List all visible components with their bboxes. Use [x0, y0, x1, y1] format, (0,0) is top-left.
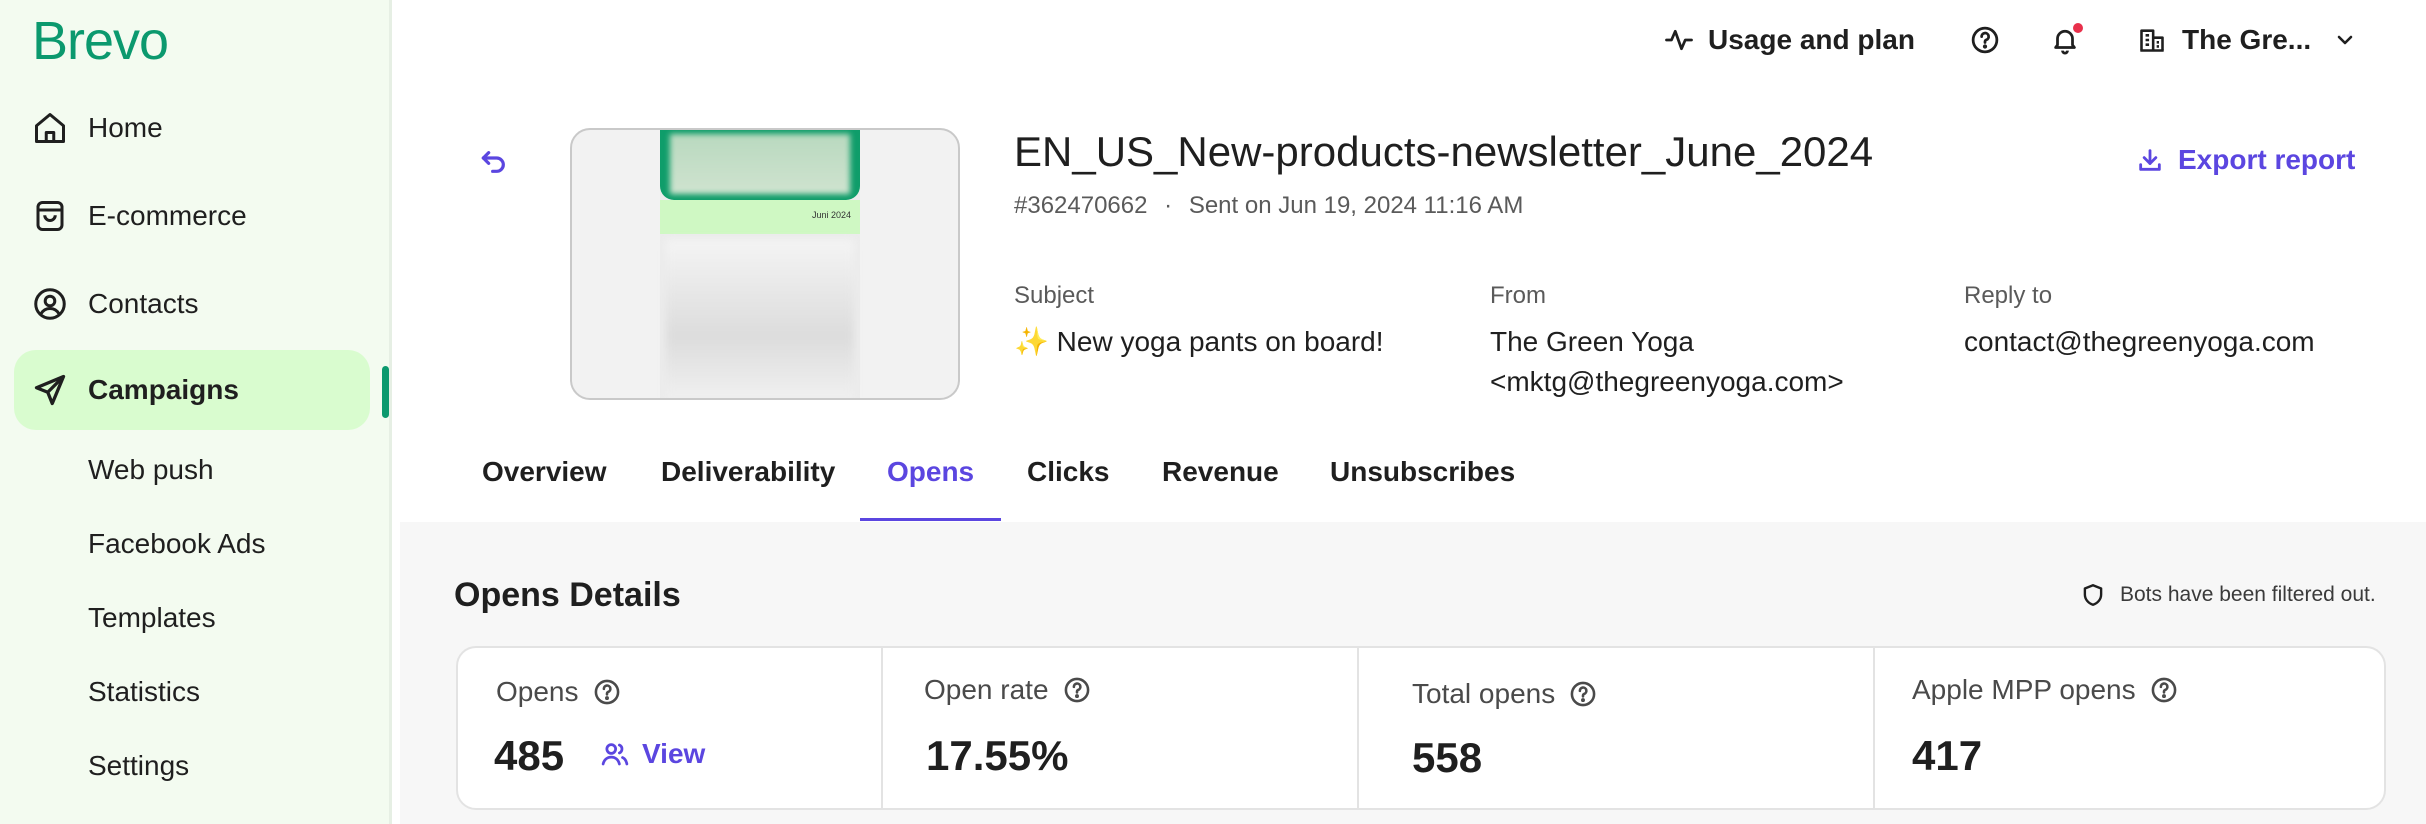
send-icon	[34, 374, 66, 406]
shield-icon	[2083, 584, 2103, 606]
stat-label-apple-mpp-opens: Apple MPP opens	[1912, 674, 2178, 706]
campaign-id: #362470662	[1014, 192, 1148, 219]
stat-divider	[881, 646, 883, 810]
subject-text: New yoga pants on board!	[1056, 326, 1384, 357]
back-arrow-icon[interactable]	[478, 146, 510, 178]
stat-label-text: Apple MPP opens	[1912, 674, 2136, 705]
sidebar-subitem-facebook-ads[interactable]: Facebook Ads	[88, 528, 265, 560]
subject-label: Subject	[1014, 282, 1095, 309]
sidebar: Brevo Home E-commerce Contacts Campaigns…	[0, 0, 392, 824]
tab-overview[interactable]: Overview	[482, 456, 607, 488]
campaign-title: EN_US_New-products-newsletter_June_2024	[1014, 128, 1874, 175]
help-icon[interactable]	[1063, 676, 1091, 704]
thumbnail-date: Juni 2024	[812, 210, 852, 220]
tab-revenue[interactable]: Revenue	[1162, 456, 1279, 488]
sidebar-item-home[interactable]: Home	[14, 88, 370, 168]
bots-filter-text: Bots have been filtered out.	[2120, 583, 2376, 606]
chevron-down-icon	[2337, 35, 2353, 45]
usage-and-plan-button[interactable]: Usage and plan	[1664, 18, 1915, 62]
stat-value-apple-mpp-opens: 417	[1912, 732, 1983, 779]
from-value: The Green Yoga <mktg@thegreenyoga.com>	[1490, 322, 1844, 402]
export-report-label: Export report	[2178, 144, 2356, 175]
stat-label-total-opens: Total opens	[1412, 678, 1597, 710]
help-icon[interactable]	[1569, 680, 1597, 708]
brevo-logo[interactable]: Brevo	[32, 10, 169, 72]
stat-label-open-rate: Open rate	[924, 674, 1091, 706]
section-title: Opens Details	[454, 576, 681, 614]
tab-clicks[interactable]: Clicks	[1027, 456, 1110, 488]
from-name: The Green Yoga	[1490, 326, 1694, 357]
tab-deliverability[interactable]: Deliverability	[661, 456, 835, 488]
home-icon	[35, 113, 65, 143]
users-icon	[601, 743, 629, 766]
sparkles-emoji: ✨	[1014, 326, 1049, 357]
view-openers-link[interactable]: View	[600, 738, 705, 770]
shopping-bag-icon	[36, 201, 64, 231]
stat-label-text: Opens	[496, 676, 579, 707]
from-label: From	[1490, 282, 1546, 309]
sidebar-subitem-web-push[interactable]: Web push	[88, 454, 214, 486]
stats-card	[456, 646, 2386, 810]
stat-label-text: Open rate	[924, 674, 1049, 705]
stat-divider	[1873, 646, 1875, 810]
stat-label-text: Total opens	[1412, 678, 1556, 709]
stat-value-total-opens: 558	[1412, 734, 1483, 781]
stat-value-opens: 485	[494, 732, 565, 779]
stat-label-opens: Opens	[496, 676, 621, 708]
sidebar-item-label: E-commerce	[88, 200, 247, 231]
building-icon	[2140, 29, 2164, 52]
tab-unsubscribes[interactable]: Unsubscribes	[1330, 456, 1515, 488]
account-switcher[interactable]: The Gre...	[2138, 18, 2357, 62]
help-icon	[1971, 26, 1999, 54]
help-button[interactable]	[1970, 18, 2000, 62]
download-icon	[2139, 149, 2161, 171]
sidebar-item-campaigns[interactable]: Campaigns	[14, 350, 370, 430]
sidebar-item-label: Campaigns	[88, 374, 239, 405]
stat-value-open-rate: 17.55%	[926, 732, 1069, 779]
sidebar-subitem-templates[interactable]: Templates	[88, 602, 216, 634]
active-indicator	[382, 366, 389, 418]
bots-filter-note: Bots have been filtered out.	[2080, 582, 2376, 608]
tab-opens[interactable]: Opens	[887, 456, 974, 488]
subject-value: ✨ New yoga pants on board!	[1014, 322, 1384, 362]
sidebar-item-ecommerce[interactable]: E-commerce	[14, 176, 370, 256]
view-label: View	[642, 738, 706, 769]
activity-icon	[1665, 29, 1693, 51]
account-name: The Gre...	[2182, 24, 2312, 55]
sidebar-item-label: Contacts	[88, 288, 199, 319]
sidebar-subitem-settings[interactable]: Settings	[88, 750, 189, 782]
campaign-meta: #362470662 · Sent on Jun 19, 2024 11:16 …	[1014, 192, 1523, 220]
export-report-button[interactable]: Export report	[2136, 144, 2355, 176]
reply-to-value: contact@thegreenyoga.com	[1964, 326, 2315, 357]
notification-dot	[2073, 23, 2083, 33]
sidebar-item-contacts[interactable]: Contacts	[14, 264, 370, 344]
email-preview-thumbnail[interactable]: Juni 2024	[570, 128, 960, 400]
user-circle-icon	[34, 288, 66, 320]
reply-to-label: Reply to	[1964, 282, 2053, 309]
usage-and-plan-label: Usage and plan	[1708, 24, 1915, 55]
stat-divider	[1357, 646, 1359, 810]
from-email: <mktg@thegreenyoga.com>	[1490, 366, 1844, 397]
sidebar-subitem-statistics[interactable]: Statistics	[88, 676, 200, 708]
meta-separator: ·	[1164, 192, 1173, 219]
help-icon[interactable]	[2150, 676, 2178, 704]
sidebar-item-label: Home	[88, 112, 163, 143]
active-tab-indicator	[860, 518, 1001, 521]
campaign-sent-date: Sent on Jun 19, 2024 11:16 AM	[1188, 192, 1524, 219]
help-icon[interactable]	[593, 678, 621, 706]
